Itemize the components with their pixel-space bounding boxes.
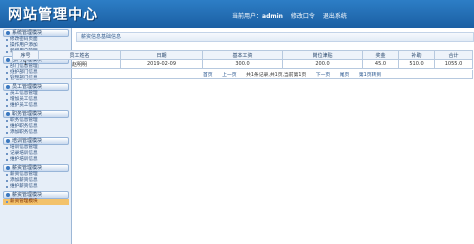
goto-page-link[interactable]: 第1页转到	[359, 73, 381, 78]
sidebar-item[interactable]: 维护员工信息	[3, 103, 69, 109]
sidebar-group-title[interactable]: 职务管理模块	[3, 110, 69, 118]
menu-bullet-icon	[6, 31, 10, 35]
menu-bullet-icon	[6, 112, 10, 116]
change-password-link[interactable]: 修改口令	[291, 13, 315, 20]
sidebar-item[interactable]: 维护培训信息	[3, 157, 69, 163]
cell-index: 1	[12, 59, 39, 69]
sidebar-group-title[interactable]: 培训管理模块	[3, 137, 69, 145]
col-header-employee: 员工姓名	[38, 50, 121, 60]
pager-summary: 共1条记录,共1页,当前第1页	[246, 73, 307, 78]
pagination: 首页 上一页 共1条记录,共1页,当前第1页 下一页 尾页 第1页转到	[203, 71, 389, 78]
table-row: 1 赵明明 2019-02-09 300.0 200.0 45.0 510.0 …	[12, 59, 473, 69]
cell-bonus: 45.0	[362, 59, 399, 69]
last-page-link[interactable]: 尾页	[340, 73, 350, 78]
col-header-index: 序号	[12, 50, 39, 60]
site-logo: 网站管理中心	[8, 7, 98, 23]
menu-bullet-icon	[6, 139, 10, 143]
menu-bullet-icon	[6, 58, 10, 62]
col-header-subsidy: 补助	[398, 50, 435, 60]
sidebar-item[interactable]: 薪资管理模块	[3, 199, 69, 205]
sidebar-group-title[interactable]: 薪资管理模块	[3, 191, 69, 199]
sidebar-group-label: 培训管理模块	[12, 138, 43, 144]
col-header-allowance: 岗位津贴	[282, 50, 363, 60]
sidebar-group-label: 薪资管理模块	[12, 165, 43, 171]
next-page-link[interactable]: 下一页	[316, 73, 330, 78]
menu-bullet-icon	[6, 193, 10, 197]
menu-bullet-icon	[6, 85, 10, 89]
first-page-link[interactable]: 首页	[203, 73, 213, 78]
prev-page-link[interactable]: 上一页	[222, 73, 236, 78]
sidebar-item[interactable]: 维护薪资信息	[3, 184, 69, 190]
sidebar-group-label: 系统管理模块	[12, 30, 43, 36]
cell-base-salary: 300.0	[202, 59, 283, 69]
col-header-date: 日期	[120, 50, 203, 60]
sidebar-group-label: 职务管理模块	[12, 111, 43, 117]
cell-total: 1055.0	[434, 59, 473, 69]
app-window: 网站管理中心 当前用户：admin 修改口令 退出系统 系统管理模块 修改密码页面…	[0, 0, 474, 244]
header-bar: 网站管理中心 当前用户：admin 修改口令 退出系统	[0, 0, 474, 28]
cell-allowance: 200.0	[282, 59, 363, 69]
table-header-row: 序号 员工姓名 日期 基本工资 岗位津贴 奖金 补助 合计	[12, 50, 473, 60]
sidebar-item[interactable]: 添加职务信息	[3, 130, 69, 136]
col-header-total: 合计	[434, 50, 473, 60]
breadcrumb: 薪资信息基础信息	[76, 32, 474, 42]
sidebar-group: 培训管理模块 培训信息管理 记录培训信息 维护培训信息	[3, 137, 69, 163]
sidebar-group-title[interactable]: 员工管理模块	[3, 83, 69, 91]
sidebar-group-title[interactable]: 系统管理模块	[3, 29, 69, 37]
logout-link[interactable]: 退出系统	[323, 13, 347, 20]
salary-table: 序号 员工姓名 日期 基本工资 岗位津贴 奖金 补助 合计 1 赵明明 2019…	[12, 50, 473, 69]
current-user-label: 当前用户：	[232, 13, 263, 20]
cell-subsidy: 510.0	[398, 59, 435, 69]
current-user-name: admin	[262, 13, 283, 20]
sidebar-group-title[interactable]: 薪资管理模块	[3, 164, 69, 172]
sidebar-group: 薪资管理模块 薪资管理模块	[3, 191, 69, 205]
sidebar-group: 薪资管理模块 薪资信息管理 添加薪资信息 维护薪资信息	[3, 164, 69, 190]
sidebar-group-label: 薪资管理模块	[12, 192, 43, 198]
sidebar-group: 员工管理模块 员工信息管理 增加员工信息 维护员工信息	[3, 83, 69, 109]
col-header-bonus: 奖金	[362, 50, 399, 60]
sidebar-group: 职务管理模块 职务信息管理 维护职务信息 添加职务信息	[3, 110, 69, 136]
top-user-bar: 当前用户：admin 修改口令 退出系统	[232, 11, 353, 20]
cell-date: 2019-02-09	[120, 59, 203, 69]
menu-bullet-icon	[6, 166, 10, 170]
sidebar-group-label: 员工管理模块	[12, 84, 43, 90]
col-header-base-salary: 基本工资	[202, 50, 283, 60]
pager-bar: 首页 上一页 共1条记录,共1页,当前第1页 下一页 尾页 第1页转到	[12, 70, 473, 79]
cell-employee: 赵明明	[38, 59, 121, 69]
